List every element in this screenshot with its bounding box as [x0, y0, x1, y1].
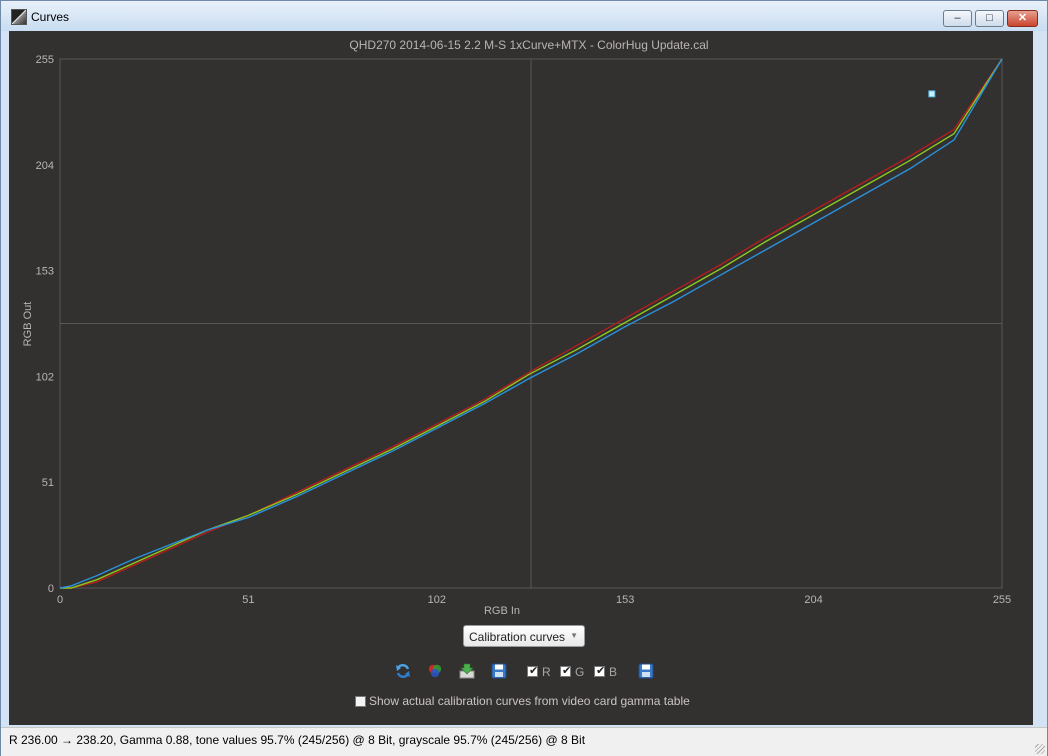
curves-app-icon — [11, 9, 27, 25]
show-actual-checkbox[interactable] — [355, 696, 366, 707]
window-title: Curves — [31, 10, 70, 24]
r-checkbox[interactable]: ✔ — [527, 665, 539, 677]
b-checkbox-label: B — [609, 665, 618, 679]
save-icon[interactable] — [491, 663, 507, 679]
curves-window: Curves – □ ✕ QHD270 2014-06-15 2.2 M-S 1… — [0, 0, 1048, 756]
y-tick-label: 255 — [36, 54, 54, 66]
maximize-button[interactable]: □ — [975, 10, 1004, 27]
show-actual-label: Show actual calibration curves from vide… — [369, 694, 690, 708]
curves-plot[interactable]: 0 51 102 153 204 255 0 51 102 153 204 255 RGB In RG… — [9, 31, 1041, 621]
y-tick-label: 153 — [36, 266, 54, 278]
refresh-icon[interactable] — [395, 663, 411, 679]
x-axis-label: RGB In — [484, 605, 520, 617]
y-tick-label: 102 — [36, 371, 54, 383]
y-tick-label: 204 — [36, 160, 54, 172]
y-tick-label: 0 — [48, 583, 54, 595]
curve-marker[interactable] — [928, 90, 936, 98]
curve-mode-value: Calibration curves — [469, 630, 566, 644]
x-tick-label: 204 — [804, 594, 822, 606]
curve-mode-select[interactable]: Calibration curves ▼ — [463, 625, 585, 647]
x-tick-label: 102 — [428, 594, 446, 606]
g-checkbox[interactable]: ✔ — [560, 665, 572, 677]
x-tick-label: 153 — [616, 594, 634, 606]
r-checkbox-label: R — [542, 665, 551, 679]
rgb-colors-icon[interactable] — [427, 663, 443, 679]
y-tick-label: 51 — [42, 477, 54, 489]
g-checkbox-label: G — [575, 665, 585, 679]
title-bar[interactable]: Curves – □ ✕ — [1, 1, 1047, 31]
status-text: R 236.00 → 238.20, Gamma 0.88, tone valu… — [9, 733, 586, 747]
b-checkbox[interactable]: ✔ — [594, 665, 606, 677]
curves-panel: QHD270 2014-06-15 2.2 M-S 1xCurve+MTX - … — [9, 31, 1033, 725]
chevron-down-icon: ▼ — [570, 631, 578, 640]
y-axis-label: RGB Out — [22, 302, 34, 347]
status-bar: R 236.00 → 238.20, Gamma 0.88, tone valu… — [1, 727, 1047, 756]
load-icon[interactable] — [459, 663, 475, 679]
minimize-button[interactable]: – — [943, 10, 972, 27]
close-button[interactable]: ✕ — [1007, 10, 1038, 27]
x-tick-label: 51 — [242, 594, 254, 606]
check-mark-icon: ✔ — [562, 665, 572, 677]
save-icon-2[interactable] — [638, 663, 654, 679]
x-tick-label: 255 — [993, 594, 1011, 606]
check-mark-icon: ✔ — [529, 665, 539, 677]
x-tick-label: 0 — [57, 594, 63, 606]
check-mark-icon: ✔ — [596, 665, 606, 677]
resize-grip-icon[interactable] — [1035, 744, 1045, 754]
